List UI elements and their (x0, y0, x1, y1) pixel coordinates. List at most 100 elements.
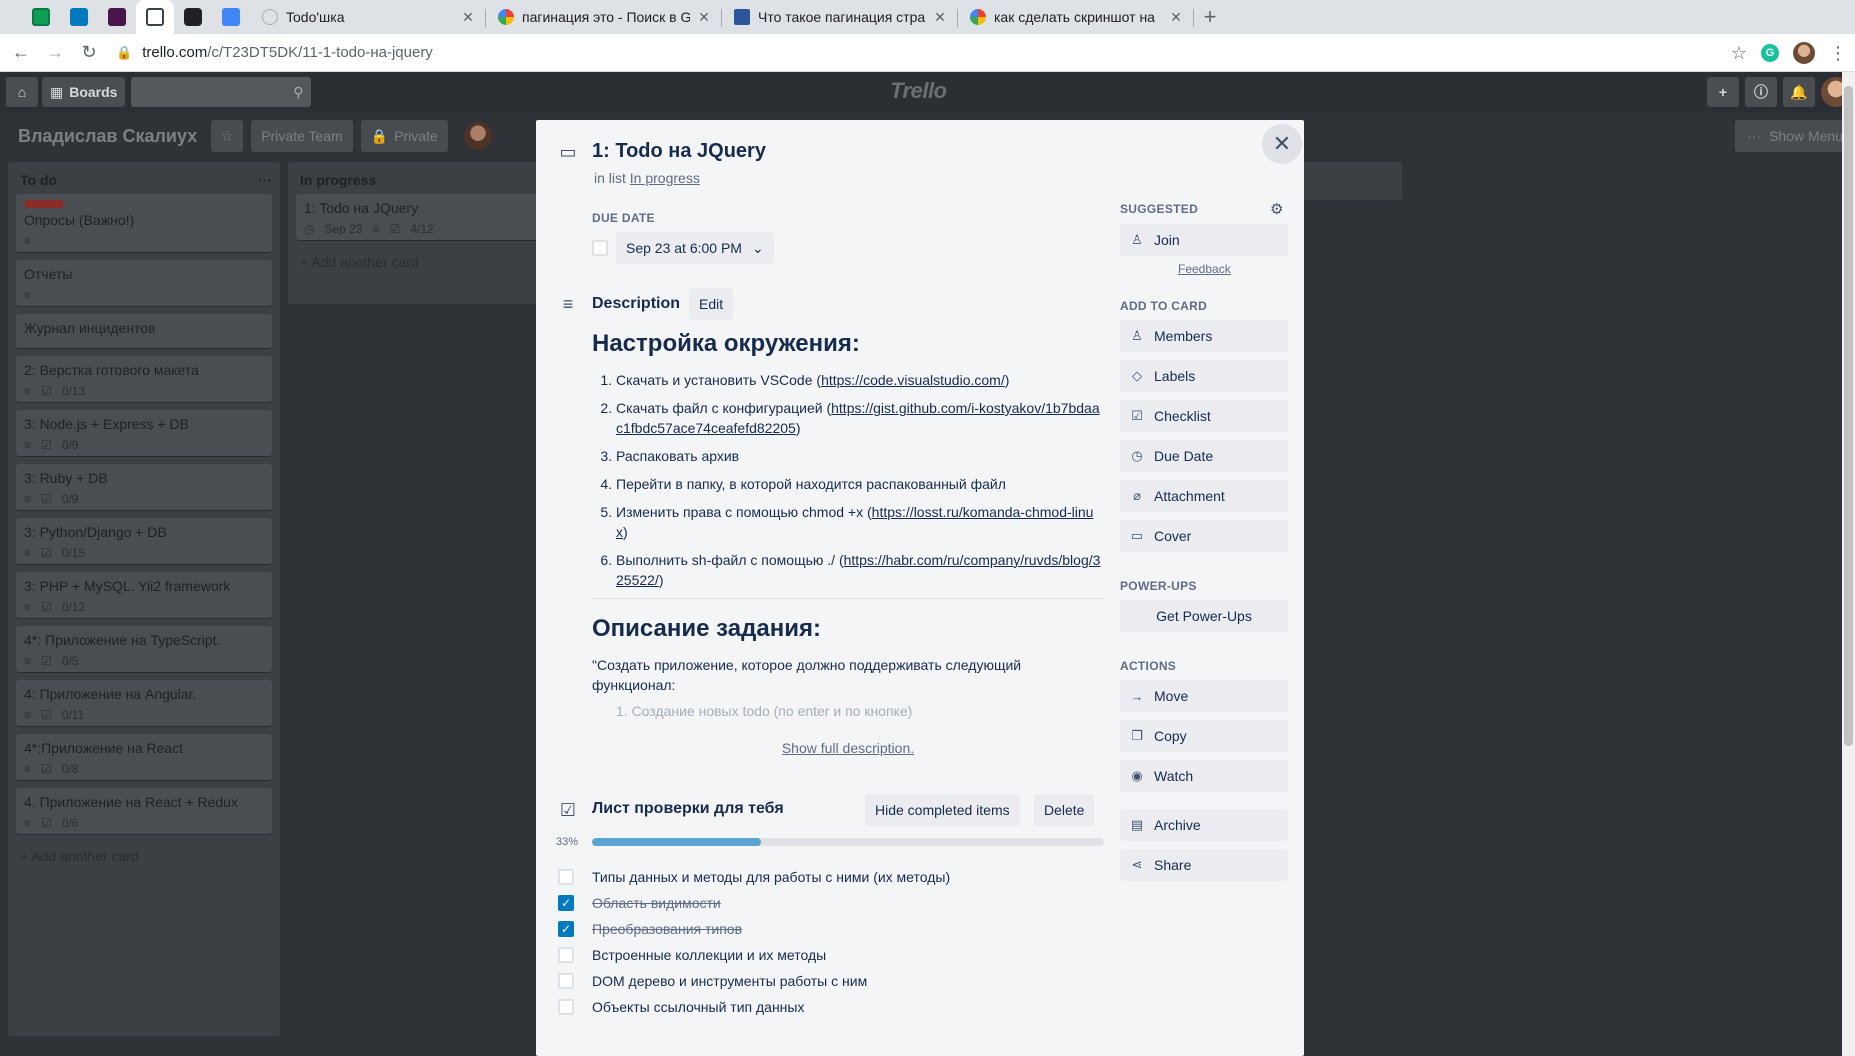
close-tab-icon[interactable]: ✕ (932, 9, 948, 26)
card[interactable]: 4. Приложение на React + Redux ≡ ☑ 0/6 (16, 788, 272, 834)
checklist-item-checkbox[interactable] (558, 999, 574, 1015)
pinned-tab-openai[interactable] (174, 0, 212, 34)
card[interactable]: 3: Python/Django + DB ≡ ☑ 0/15 (16, 518, 272, 564)
card[interactable]: 3: PHP + MySQL. Yii2 framework ≡ ☑ 0/12 (16, 572, 272, 618)
reload-icon[interactable]: ↻ (72, 36, 106, 70)
gear-icon[interactable]: ⚙ (1270, 200, 1283, 218)
card-title[interactable]: 1: Todo на JQuery (592, 140, 766, 163)
card[interactable]: 1: Todo на JQuery ◷ Sep 23 ≡ ☑ 4/12 (296, 194, 552, 240)
card[interactable]: 4: Приложение на Angular. ≡ ☑ 0/11 (16, 680, 272, 726)
browser-tab[interactable]: Что такое пагинация страницы ✕ (722, 0, 958, 34)
checklist-title[interactable]: Лист проверки для тебя (592, 800, 784, 818)
cover-button[interactable]: ▭ Cover (1120, 520, 1288, 552)
share-button[interactable]: ⋖ Share (1120, 849, 1288, 881)
create-button[interactable]: + (1707, 77, 1739, 107)
board-title[interactable]: Владислав Скалиух (12, 126, 203, 147)
card[interactable]: Опросы (Важно!) ≡ (16, 194, 272, 252)
star-board-button[interactable]: ☆ (211, 120, 244, 152)
due-date-sidebar-button[interactable]: ◷ Due Date (1120, 440, 1288, 472)
feedback-link[interactable]: Feedback (1178, 262, 1231, 276)
hide-completed-button[interactable]: Hide completed items (865, 794, 1020, 826)
checklist-item-checkbox[interactable] (558, 947, 574, 963)
pinned-tab-slack[interactable] (98, 0, 136, 34)
list-menu-icon[interactable]: ··· (258, 172, 272, 188)
close-tab-icon[interactable]: ✕ (696, 9, 712, 26)
checklist-item-checkbox[interactable] (558, 973, 574, 989)
step-link[interactable]: https://code.visualstudio.com/ (821, 372, 1005, 388)
due-date-heading: DUE DATE (592, 211, 655, 225)
notifications-button[interactable]: 🔔 (1783, 77, 1815, 107)
checklist-item[interactable]: Типы данных и методы для работы с ними (… (558, 865, 950, 889)
edit-description-button[interactable]: Edit (689, 288, 734, 320)
due-complete-checkbox[interactable] (592, 240, 608, 256)
scrollbar-thumb[interactable] (1844, 86, 1853, 746)
checklist-item-checkbox[interactable]: ✓ (558, 895, 574, 911)
checklist-item-checkbox[interactable] (558, 869, 574, 885)
pinned-tab-docs[interactable] (212, 0, 250, 34)
info-button[interactable]: ⓘ (1745, 77, 1777, 107)
description-body[interactable]: Настройка окружения: Скачать и установит… (592, 330, 1104, 719)
move-button[interactable]: → Move (1120, 680, 1288, 712)
progress-fill (592, 838, 761, 846)
add-card-button[interactable]: + Add another card (288, 248, 560, 276)
browser-tab[interactable]: Todo'шка ✕ (250, 0, 486, 34)
search-input[interactable]: ⚲ (131, 77, 312, 107)
boards-button[interactable]: ▦ Boards (42, 77, 126, 107)
url-field[interactable]: 🔒 trello.com/c/T23DT5DK/11-1-todo-на-jqu… (116, 44, 433, 61)
labels-button[interactable]: ◇ Labels (1120, 360, 1288, 392)
checklist-item[interactable]: Объекты ссылочный тип данных (558, 995, 804, 1019)
card[interactable]: Отчеты ≡ (16, 260, 272, 306)
delete-checklist-button[interactable]: Delete (1034, 794, 1095, 826)
forward-icon[interactable]: → (38, 36, 72, 70)
pinned-tab-board[interactable] (136, 0, 174, 34)
close-tab-icon[interactable]: ✕ (460, 9, 476, 26)
card[interactable]: Журнал инцидентов (16, 314, 272, 348)
close-modal-button[interactable]: ✕ (1262, 124, 1302, 164)
list-title[interactable]: In progress (300, 172, 376, 188)
watch-button[interactable]: ◉ Watch (1120, 760, 1288, 792)
checklist-item-checkbox[interactable]: ✓ (558, 921, 574, 937)
get-power-ups-button[interactable]: Get Power-Ups (1120, 600, 1288, 632)
description-icon: ≡ (24, 546, 32, 560)
browser-tab[interactable]: пагинация это - Поиск в Google ✕ (486, 0, 722, 34)
join-button[interactable]: ♙ Join (1120, 224, 1288, 256)
page-scrollbar[interactable] (1842, 72, 1855, 1056)
checklist-item[interactable]: Встроенные коллекции и их методы (558, 943, 826, 967)
show-menu-button[interactable]: ··· Show Menu (1735, 120, 1855, 152)
visibility-button[interactable]: 🔒 Private (360, 120, 448, 152)
grammarly-icon[interactable]: G (1761, 44, 1779, 62)
pinned-tab-sheets[interactable] (22, 0, 60, 34)
card[interactable]: 3: Node.js + Express + DB ≡ ☑ 0/9 (16, 410, 272, 456)
card[interactable]: 2: Верстка готового макета ≡ ☑ 0/13 (16, 356, 272, 402)
pinned-tab-trello[interactable] (60, 0, 98, 34)
checklist-item[interactable]: ✓ Преобразования типов (558, 917, 742, 941)
due-date-button[interactable]: Sep 23 at 6:00 PM ⌄ (616, 232, 774, 264)
new-tab-button[interactable]: + (1194, 0, 1226, 34)
members-button[interactable]: ♙ Members (1120, 320, 1288, 352)
card[interactable]: 4*: Приложение на TypeScript. ≡ ☑ 0/5 (16, 626, 272, 672)
show-full-description-link[interactable]: Show full description. (592, 740, 1104, 756)
bookmark-star-icon[interactable]: ☆ (1731, 43, 1747, 64)
attachment-button[interactable]: ⌀ Attachment (1120, 480, 1288, 512)
list-link[interactable]: In progress (630, 170, 700, 186)
card-checklist-badge: 0/12 (61, 600, 86, 614)
card[interactable]: 3: Ruby + DB ≡ ☑ 0/9 (16, 464, 272, 510)
profile-avatar[interactable] (1793, 42, 1815, 64)
checklist-button[interactable]: ☑ Checklist (1120, 400, 1288, 432)
checklist-item[interactable]: ✓ Область видимости (558, 891, 721, 915)
add-card-button[interactable]: + Add another card (8, 842, 280, 870)
copy-button[interactable]: ❐ Copy (1120, 720, 1288, 752)
card[interactable]: 4*:Приложение на React ≡ ☑ 0/8 (16, 734, 272, 780)
archive-button[interactable]: ▤ Archive (1120, 809, 1288, 841)
browser-tab[interactable]: как сделать скриншот на ✕ (958, 0, 1194, 34)
list-title[interactable]: To do (20, 172, 57, 188)
browser-menu-icon[interactable]: ⋮ (1829, 43, 1847, 64)
in-list-prefix: in list (594, 170, 626, 186)
team-button[interactable]: Private Team (251, 120, 353, 152)
back-icon[interactable]: ← (4, 36, 38, 70)
board-member-avatar[interactable] (463, 122, 492, 150)
trello-logo[interactable]: Trello (890, 78, 947, 104)
checklist-item[interactable]: DOM дерево и инструменты работы с ним (558, 969, 867, 993)
close-tab-icon[interactable]: ✕ (1168, 9, 1184, 26)
home-button[interactable]: ⌂ (6, 77, 38, 107)
